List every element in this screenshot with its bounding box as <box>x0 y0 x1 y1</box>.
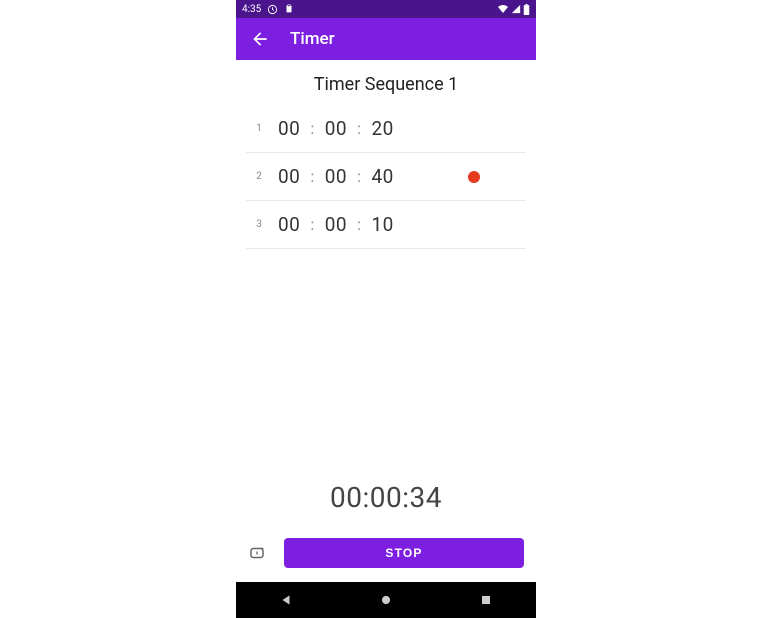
status-left: 4:35 <box>242 4 294 15</box>
nav-home-icon <box>379 593 393 607</box>
timer-row[interactable]: 2 00 : 00 : 40 <box>246 153 526 201</box>
signal-icon <box>511 4 521 14</box>
app-bar-title: Timer <box>290 29 335 49</box>
row-time: 00 : 00 : 10 <box>278 213 394 236</box>
colon: : <box>355 215 363 234</box>
arrow-back-icon <box>250 29 270 49</box>
row-index: 3 <box>246 219 272 230</box>
nav-back-icon <box>279 593 293 607</box>
app-indicator-icon <box>267 4 278 15</box>
stop-button[interactable]: STOP <box>284 538 524 568</box>
row-hh: 00 <box>278 213 300 236</box>
loop-toggle-button[interactable] <box>248 544 266 562</box>
row-index: 2 <box>246 171 272 182</box>
clipboard-icon <box>284 4 294 14</box>
system-nav-bar <box>236 582 536 618</box>
row-mm: 00 <box>325 213 347 236</box>
row-hh: 00 <box>278 117 300 140</box>
back-button[interactable] <box>250 29 270 49</box>
row-ss: 40 <box>371 165 393 188</box>
app-bar: Timer <box>236 18 536 60</box>
row-ss: 10 <box>371 213 393 236</box>
timer-row[interactable]: 3 00 : 00 : 10 <box>246 201 526 249</box>
colon: : <box>308 167 316 186</box>
repeat-one-icon <box>248 544 266 562</box>
row-ss: 20 <box>371 117 393 140</box>
status-right <box>497 4 530 15</box>
content-area: Timer Sequence 1 1 00 : 00 : 20 2 <box>236 60 536 582</box>
countdown-display: 00:00:34 <box>248 481 524 514</box>
colon: : <box>355 167 363 186</box>
battery-icon <box>523 4 530 15</box>
row-hh: 00 <box>278 165 300 188</box>
colon: : <box>355 119 363 138</box>
sequence-title: Timer Sequence 1 <box>236 60 536 105</box>
wifi-icon <box>497 4 509 14</box>
status-time: 4:35 <box>242 4 261 15</box>
controls-row: STOP <box>248 538 524 568</box>
nav-home-button[interactable] <box>356 582 416 618</box>
row-time: 00 : 00 : 20 <box>278 117 394 140</box>
nav-back-button[interactable] <box>256 582 316 618</box>
bottom-controls: 00:00:34 STOP <box>236 481 536 582</box>
colon: : <box>308 215 316 234</box>
row-time: 00 : 00 : 40 <box>278 165 394 188</box>
nav-square-icon <box>480 594 492 606</box>
nav-recents-button[interactable] <box>456 582 516 618</box>
status-bar: 4:35 <box>236 0 536 18</box>
active-indicator-icon <box>468 171 480 183</box>
timer-list: 1 00 : 00 : 20 2 00 : 00 <box>236 105 536 249</box>
row-index: 1 <box>246 123 272 134</box>
colon: : <box>308 119 316 138</box>
phone-frame: 4:35 <box>236 0 536 618</box>
row-mm: 00 <box>325 117 347 140</box>
timer-row[interactable]: 1 00 : 00 : 20 <box>246 105 526 153</box>
row-mm: 00 <box>325 165 347 188</box>
